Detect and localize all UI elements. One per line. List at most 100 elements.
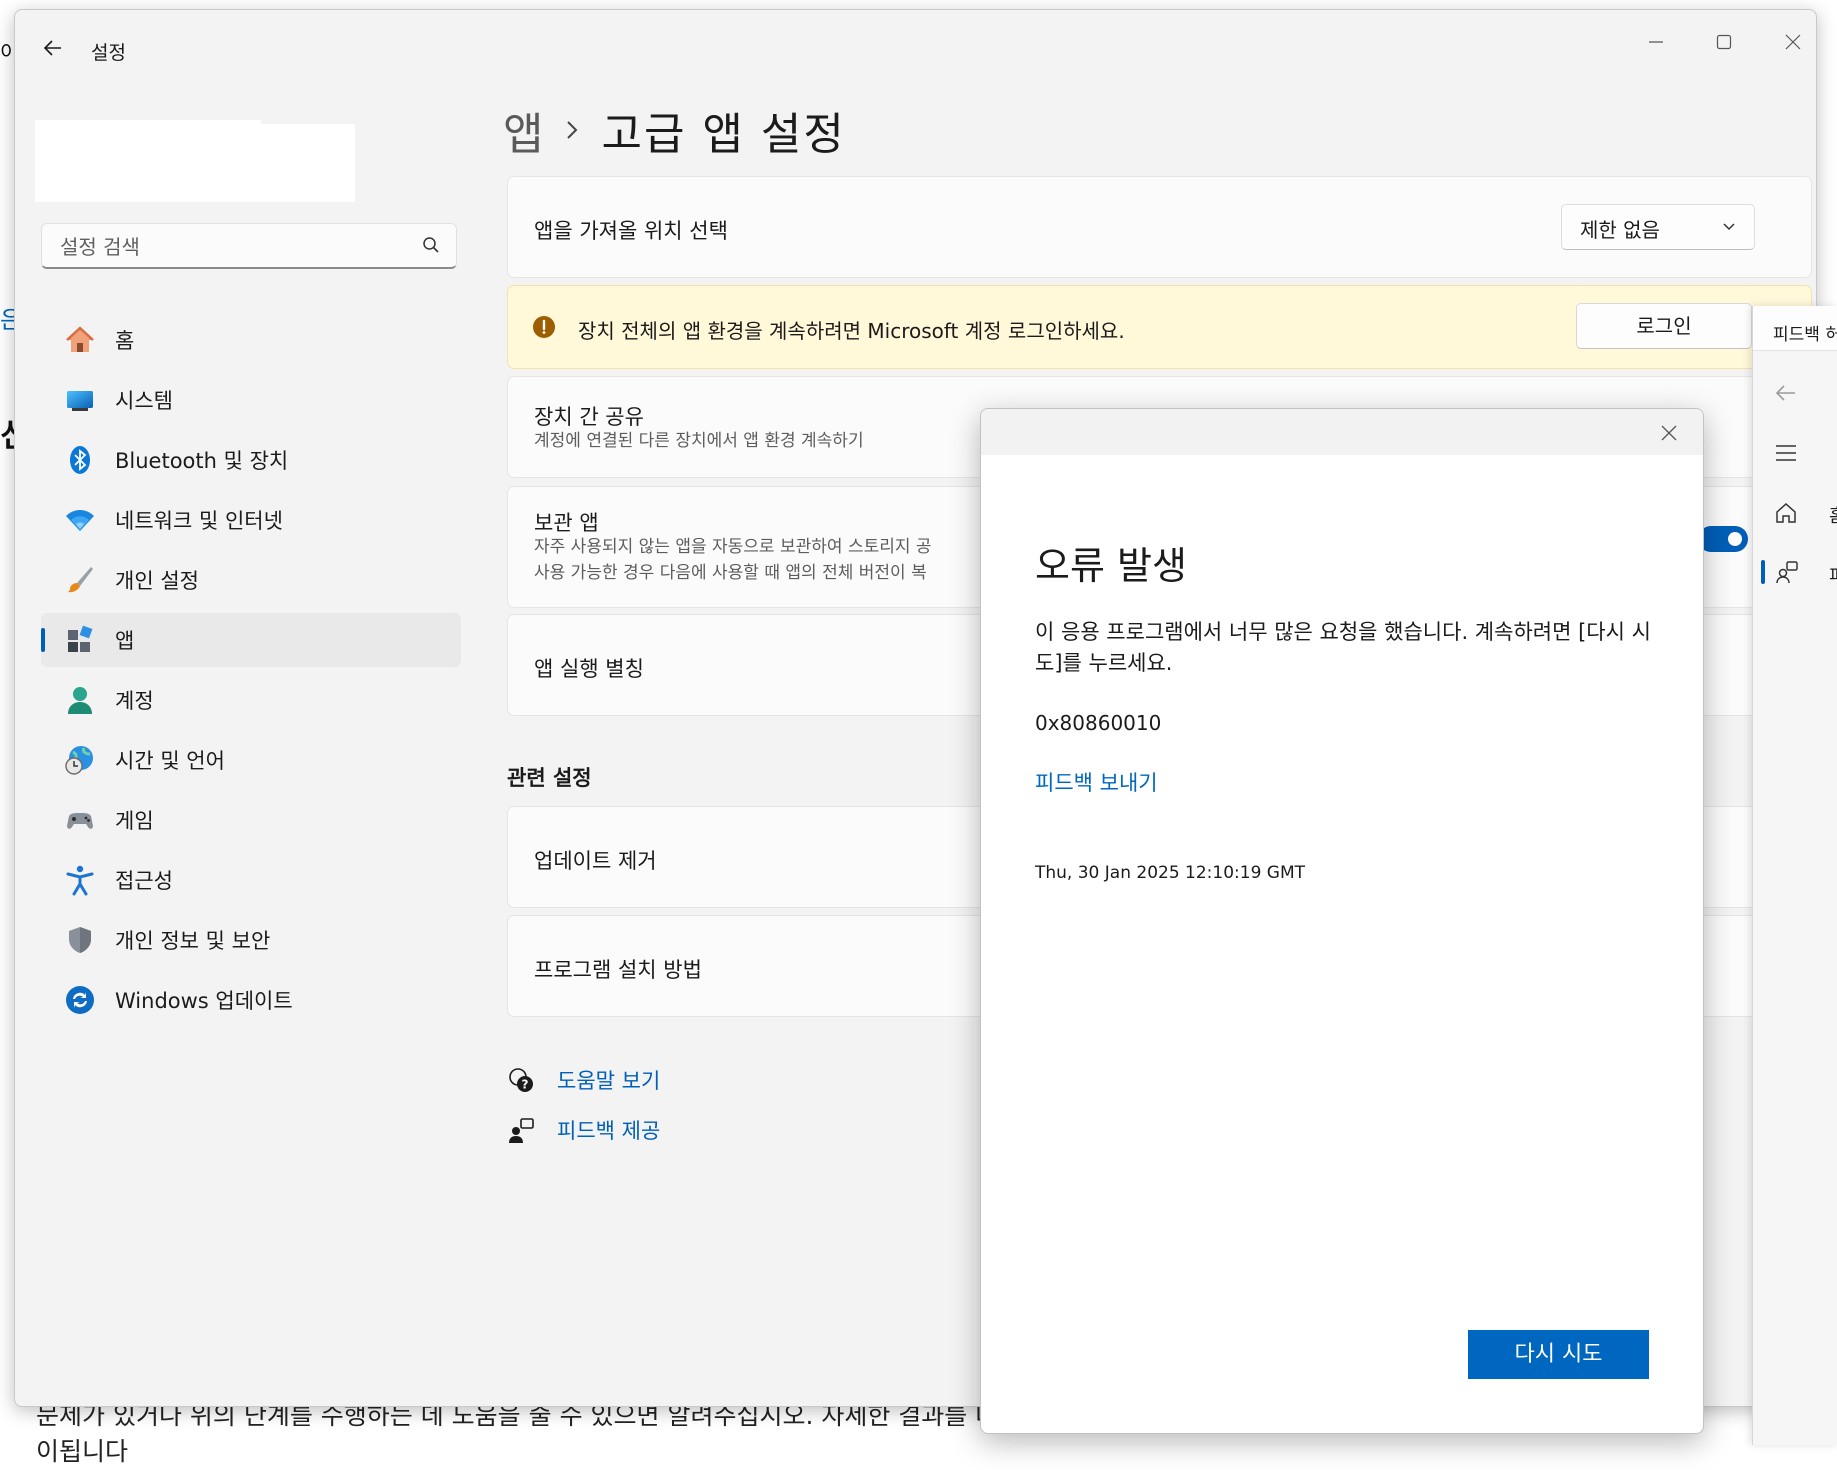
sidebar-item-privacy[interactable]: 개인 정보 및 보안	[41, 913, 461, 967]
settings-search[interactable]	[41, 223, 457, 269]
retry-button[interactable]: 다시 시도	[1468, 1330, 1649, 1379]
dialog-titlebar	[981, 409, 1703, 455]
sidebar-item-label: Bluetooth 및 장치	[115, 449, 289, 473]
home-icon	[63, 323, 97, 357]
sidebar-item-label: 계정	[115, 689, 154, 713]
breadcrumb: 앱 고급 앱 설정	[503, 98, 846, 162]
banner-text: 장치 전체의 앱 환경을 계속하려면 Microsoft 계정 로그인하세요.	[578, 319, 1125, 343]
feedback-icon[interactable]	[1775, 560, 1799, 584]
feedback-hub-panel: 피드백 허브 홈 피	[1752, 306, 1837, 1445]
window-title: 설정	[91, 42, 126, 64]
archive-description-line1: 자주 사용되지 않는 앱을 자동으로 보관하여 스토리지 공	[534, 537, 932, 557]
help-icon: ?	[509, 1068, 533, 1092]
minimize-icon	[1649, 41, 1663, 43]
feedback-icon	[509, 1118, 534, 1143]
related-settings-heading: 관련 설정	[507, 766, 592, 790]
signin-banner: 장치 전체의 앱 환경을 계속하려면 Microsoft 계정 로그인하세요. …	[507, 285, 1812, 369]
sidebar-item-time-language[interactable]: 시간 및 언어	[41, 733, 461, 787]
error-code: 0x80860010	[1035, 711, 1162, 735]
update-icon	[63, 983, 97, 1017]
dialog-close-button[interactable]	[1655, 419, 1683, 447]
sidebar-item-network[interactable]: 네트워크 및 인터넷	[41, 493, 461, 547]
minimize-button[interactable]	[1623, 22, 1689, 62]
gamepad-icon	[63, 803, 97, 837]
breadcrumb-parent[interactable]: 앱	[503, 98, 543, 162]
close-icon	[1661, 425, 1677, 441]
shield-icon	[63, 923, 97, 957]
search-icon[interactable]	[422, 236, 440, 258]
background-text: 문제가 있거나 위의 단계를 수행하는 데 도움을 줄 수 있으면 알려주십시오…	[36, 1398, 1021, 1470]
help-link[interactable]: 도움말 보기	[557, 1065, 660, 1095]
back-button[interactable]	[37, 32, 69, 64]
archive-apps-toggle[interactable]	[1698, 526, 1748, 552]
error-timestamp: Thu, 30 Jan 2025 12:10:19 GMT	[1035, 863, 1306, 883]
sidebar-item-home[interactable]: 홈	[41, 313, 461, 367]
error-dialog: 오류 발생 이 응용 프로그램에서 너무 많은 요청을 했습니다. 계속하려면 …	[980, 408, 1704, 1434]
archive-description-line2: 사용 가능한 경우 다음에 사용할 때 앱의 전체 버전이 복	[534, 563, 927, 583]
feedback-hub-titlebar: 피드백 허브	[1753, 306, 1837, 351]
close-button[interactable]	[1760, 22, 1816, 62]
brush-icon	[63, 563, 97, 597]
sidebar-item-accessibility[interactable]: 접근성	[41, 853, 461, 907]
back-arrow-icon[interactable]	[1775, 382, 1797, 404]
globe-clock-icon	[63, 743, 97, 777]
sidebar-item-label: 홈	[115, 329, 135, 353]
share-title: 장치 간 공유	[534, 405, 644, 429]
title-bar: 설정	[15, 10, 1816, 82]
apps-icon	[63, 623, 97, 657]
sidebar-item-label: 게임	[115, 809, 154, 833]
feedback-link[interactable]: 피드백 제공	[557, 1115, 660, 1145]
warning-icon	[533, 316, 555, 338]
dialog-message: 이 응용 프로그램에서 너무 많은 요청을 했습니다. 계속하려면 [다시 시도…	[1035, 620, 1651, 675]
sidebar-nav: 홈 시스템 Bluetooth 및 장치 네트워크 및 인터넷 개인 설정 앱 …	[41, 313, 461, 1033]
sidebar-item-label: 개인 정보 및 보안	[115, 929, 271, 953]
feedback-hub-feedback-label: 피	[1829, 562, 1837, 588]
login-button[interactable]: 로그인	[1576, 303, 1752, 349]
account-icon	[63, 683, 97, 717]
svg-text:?: ?	[522, 1078, 529, 1092]
sidebar-item-label: 시간 및 언어	[115, 749, 225, 773]
feedback-link-row[interactable]: 피드백 제공	[507, 1115, 660, 1145]
sidebar-item-label: 시스템	[115, 389, 173, 413]
search-input[interactable]	[58, 232, 402, 262]
help-link-row[interactable]: ? 도움말 보기	[507, 1065, 660, 1095]
sidebar-item-label: 앱	[115, 629, 135, 653]
sidebar-item-gaming[interactable]: 게임	[41, 793, 461, 847]
system-icon	[63, 383, 97, 417]
app-source-dropdown[interactable]: 제한 없음	[1561, 204, 1755, 250]
wifi-icon	[63, 503, 97, 537]
sidebar-item-label: 네트워크 및 인터넷	[115, 509, 283, 533]
app-source-title: 앱을 가져올 위치 선택	[534, 219, 728, 243]
aliases-title: 앱 실행 별칭	[534, 657, 644, 681]
dialog-title: 오류 발생	[1035, 544, 1187, 588]
sidebar-item-personalization[interactable]: 개인 설정	[41, 553, 461, 607]
hamburger-menu-icon[interactable]	[1775, 442, 1797, 464]
install-programs-title: 프로그램 설치 방법	[534, 958, 702, 982]
bluetooth-icon	[63, 443, 97, 477]
profile-redacted-edge	[261, 98, 355, 124]
archive-title: 보관 앱	[534, 511, 599, 535]
feedback-hub-title: 피드백 허브	[1773, 325, 1837, 345]
uninstall-updates-title: 업데이트 제거	[534, 849, 657, 873]
chevron-right-icon	[565, 119, 579, 141]
background-text-line: 이됩니다	[36, 1437, 129, 1466]
feedback-hub-home-label: 홈	[1829, 502, 1837, 528]
profile-redacted-edge	[35, 98, 261, 120]
share-description: 계정에 연결된 다른 장치에서 앱 환경 계속하기	[534, 431, 864, 451]
accessibility-icon	[63, 863, 97, 897]
app-source-value: 제한 없음	[1580, 218, 1660, 242]
sidebar-item-bluetooth[interactable]: Bluetooth 및 장치	[41, 433, 461, 487]
maximize-button[interactable]	[1691, 22, 1757, 62]
active-indicator	[1761, 560, 1765, 584]
send-feedback-link[interactable]: 피드백 보내기	[1035, 767, 1158, 797]
maximize-icon	[1716, 34, 1732, 50]
sidebar-item-windows-update[interactable]: Windows 업데이트	[41, 973, 461, 1027]
home-icon[interactable]	[1775, 502, 1797, 524]
back-arrow-icon	[43, 40, 61, 56]
sidebar-item-apps[interactable]: 앱	[41, 613, 461, 667]
sidebar-item-label: 개인 설정	[115, 569, 199, 593]
sidebar-item-accounts[interactable]: 계정	[41, 673, 461, 727]
page-title: 고급 앱 설정	[601, 109, 846, 160]
app-source-card: 앱을 가져올 위치 선택 제한 없음	[507, 176, 1812, 278]
sidebar-item-system[interactable]: 시스템	[41, 373, 461, 427]
